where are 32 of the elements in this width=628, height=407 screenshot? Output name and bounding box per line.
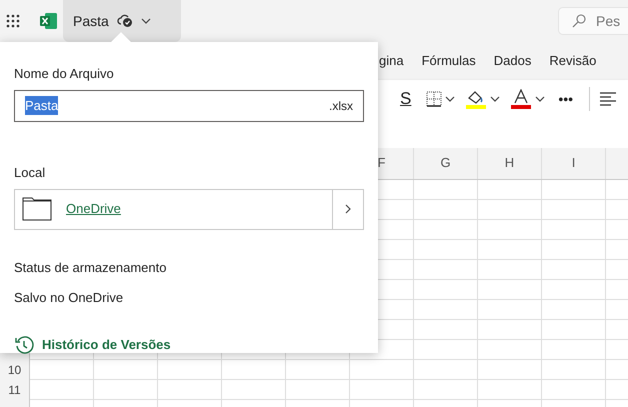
status-text: Salvo no OneDrive — [14, 289, 124, 307]
more-button[interactable]: ••• — [552, 88, 580, 110]
row-header[interactable]: 11 — [0, 380, 29, 400]
search-icon — [572, 14, 586, 28]
align-left-icon[interactable] — [600, 92, 616, 106]
ribbon-tab[interactable]: Revisão — [549, 51, 596, 71]
ribbon-tab[interactable]: Fórmulas — [422, 51, 476, 71]
excel-icon[interactable] — [40, 13, 57, 29]
field-label: Nome do Arquivo — [14, 65, 114, 83]
app-launcher-icon[interactable] — [6, 14, 20, 28]
column-header[interactable]: G — [414, 148, 478, 179]
column-header[interactable]: H — [478, 148, 542, 179]
file-name-field[interactable]: Pasta .xlsx — [14, 90, 364, 122]
field-label: Local — [14, 164, 46, 182]
caret-icon — [445, 96, 456, 102]
column-header[interactable]: I — [542, 148, 606, 179]
cloud-check-icon — [116, 14, 133, 28]
search-field[interactable]: Pes — [558, 7, 628, 35]
history-icon — [14, 334, 34, 354]
ribbon-tab[interactable]: gina — [379, 51, 404, 71]
underline-button[interactable]: S — [392, 86, 420, 112]
folder-icon — [22, 197, 52, 221]
ribbon-tab[interactable]: Dados — [494, 51, 532, 71]
chevron-right-icon — [345, 204, 351, 214]
field-label: Status de armazenamento — [14, 258, 168, 276]
onedrive-link[interactable]: OneDrive — [66, 199, 121, 219]
file-name-button[interactable]: Pasta — [63, 0, 181, 42]
caret-icon — [490, 96, 500, 102]
caret-icon — [140, 18, 151, 24]
version-history-link[interactable]: Histórico de Versões — [14, 334, 171, 354]
row-header[interactable]: 10 — [0, 360, 29, 380]
caret-icon — [535, 96, 546, 102]
